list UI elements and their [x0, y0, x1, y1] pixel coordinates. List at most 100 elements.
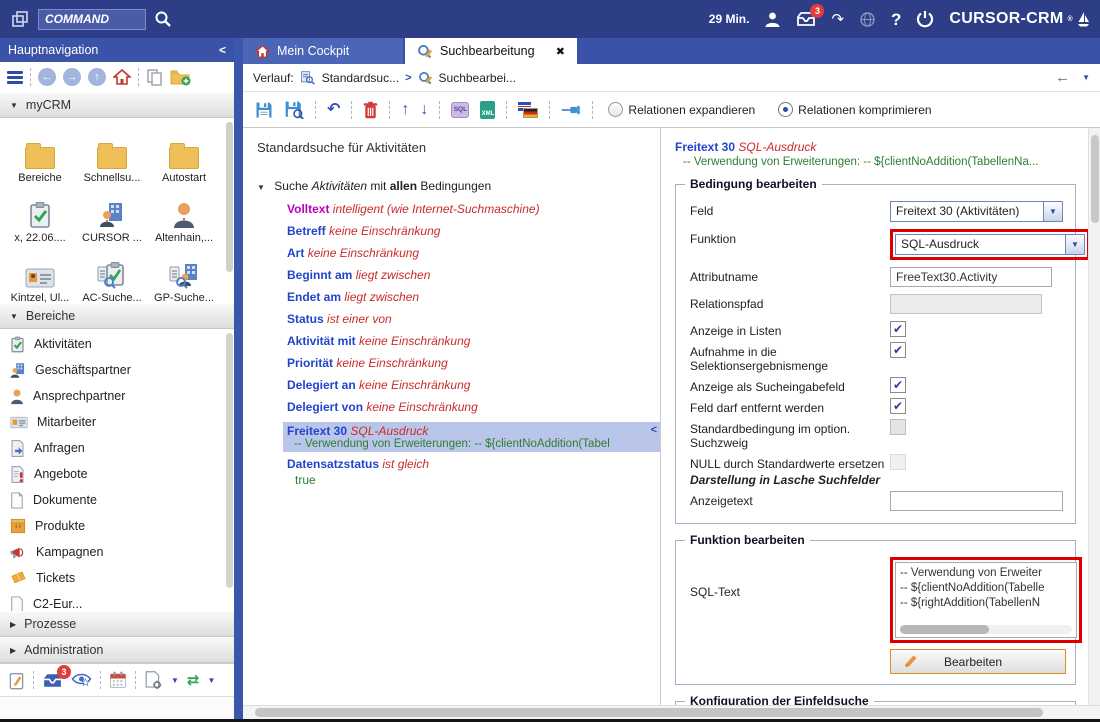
delete-button[interactable]	[363, 101, 378, 119]
radio-selected-icon[interactable]	[778, 102, 793, 117]
sidebar-item-mitarbeiter[interactable]: Mitarbeiter	[0, 409, 234, 435]
radio-relationen-komprimieren[interactable]: Relationen komprimieren	[778, 102, 939, 117]
dropdown-caret-icon[interactable]: ▼	[1043, 202, 1062, 221]
shortcut-partner-search[interactable]: GP-Suche...	[148, 244, 220, 303]
detail-pane-scrollbar[interactable]	[1088, 128, 1100, 705]
anzeige-in-listen-checkbox[interactable]: ✔	[890, 321, 906, 337]
attributname-input[interactable]	[890, 267, 1052, 287]
tree-item-datensatzstatus[interactable]: Datensatzstatus ist gleich	[287, 457, 660, 472]
sync-icon[interactable]: ⇄	[187, 671, 200, 689]
aufnahme-selektionsergebnismenge-checkbox[interactable]: ✔	[890, 342, 906, 358]
breadcrumb-item-suchbearbeitung[interactable]: Suchbearbei...	[439, 71, 516, 85]
section-header-bereiche[interactable]: ▼ Bereiche	[0, 303, 234, 329]
shortcut-contact[interactable]: Altenhain,...	[148, 184, 220, 244]
move-down-button[interactable]: ↓	[420, 102, 428, 118]
radio-relationen-expandieren[interactable]: Relationen expandieren	[608, 102, 763, 117]
redo-icon[interactable]: ↷	[831, 12, 844, 27]
inbox-tray-icon[interactable]: 3	[42, 672, 63, 689]
logout-power-icon[interactable]	[916, 10, 934, 28]
command-input[interactable]	[38, 9, 146, 30]
breadcrumb-item-standardsuche[interactable]: Standardsuc...	[322, 71, 399, 85]
xml-export-button[interactable]: XML	[480, 101, 495, 119]
history-dropdown-icon[interactable]: ▼	[1082, 73, 1090, 82]
standardbedingung-checkbox[interactable]	[890, 419, 906, 435]
sidebar-item-angebote[interactable]: Angebote	[0, 461, 234, 487]
copy-icon[interactable]	[146, 68, 163, 86]
tree-item-aktivitaet-mit[interactable]: Aktivität mit keine Einschränkung	[287, 334, 660, 349]
sidebar-item-c2[interactable]: C2-Eur...	[0, 591, 234, 611]
shortcut-bereiche[interactable]: Bereiche	[4, 124, 76, 184]
inbox-tray-icon[interactable]: 3	[796, 11, 816, 27]
language-flags-button[interactable]	[518, 102, 538, 118]
tree-item-delegiert-an[interactable]: Delegiert an keine Einschränkung	[287, 378, 660, 393]
move-up-button[interactable]: ↑	[401, 102, 409, 118]
tree-item-prioritaet[interactable]: Priorität keine Einschränkung	[287, 356, 660, 371]
tab-suchbearbeitung[interactable]: Suchbearbeitung ✖	[405, 38, 577, 64]
tree-item-volltext[interactable]: Volltext intelligent (wie Internet-Suchm…	[287, 202, 660, 217]
search-icon[interactable]	[154, 10, 172, 28]
menu-icon[interactable]	[7, 69, 23, 86]
notes-clipboard-icon[interactable]	[8, 671, 25, 690]
radio-icon[interactable]	[608, 102, 623, 117]
sql-text-hscrollbar[interactable]	[900, 625, 1072, 634]
anzeigetext-input[interactable]	[890, 491, 1063, 511]
tree-item-freitext30-selected[interactable]: Freitext 30 SQL-Ausdruck -- Verwendung v…	[283, 422, 660, 452]
sidebar-item-anfragen[interactable]: Anfragen	[0, 435, 234, 461]
tree-item-art[interactable]: Art keine Einschränkung	[287, 246, 660, 261]
tree-item-endet-am[interactable]: Endet am liegt zwischen	[287, 290, 660, 305]
sidebar-item-geschaeftspartner[interactable]: Geschäftspartner	[0, 357, 234, 383]
section-header-administration[interactable]: ▶ Administration	[0, 637, 234, 663]
watch-eye-icon[interactable]	[71, 672, 92, 689]
sidebar-item-aktivitaeten[interactable]: Aktivitäten	[0, 331, 234, 357]
save-as-button[interactable]	[284, 100, 304, 119]
section-header-prozesse[interactable]: ▶ Prozesse	[0, 611, 234, 637]
sql-view-button[interactable]: SQL	[451, 102, 469, 118]
sidebar-splitter[interactable]	[234, 38, 243, 719]
funktion-dropdown[interactable]: SQL-Ausdruck ▼	[895, 234, 1085, 255]
sidebar-item-tickets[interactable]: Tickets	[0, 565, 234, 591]
shortcut-business-partner[interactable]: CURSOR ...	[76, 184, 148, 244]
sql-text-area[interactable]: -- Verwendung von Erweiter -- ${clientNo…	[895, 562, 1077, 638]
shortcut-activity[interactable]: x, 22.06....	[4, 184, 76, 244]
anzeige-sucheingabefeld-checkbox[interactable]: ✔	[890, 377, 906, 393]
pane-collapse-icon[interactable]: <	[651, 424, 657, 436]
sidebar-item-produkte[interactable]: Produkte	[0, 513, 234, 539]
tree-root-node[interactable]: ▼ Suche Aktivitäten mit allen Bedingunge…	[257, 179, 660, 193]
new-folder-icon[interactable]	[170, 69, 192, 86]
tab-mein-cockpit[interactable]: Mein Cockpit	[243, 38, 403, 64]
user-icon[interactable]	[764, 11, 781, 28]
pin-button[interactable]	[561, 104, 581, 116]
shortcut-employee[interactable]: Kintzel, Ul...	[4, 244, 76, 303]
document-settings-icon[interactable]	[144, 671, 163, 690]
calendar-icon[interactable]	[109, 671, 127, 689]
tree-item-status[interactable]: Status ist einer von	[287, 312, 660, 327]
shortcut-activity-search[interactable]: AC-Suche...	[76, 244, 148, 303]
history-back-icon[interactable]: ←	[1055, 69, 1070, 86]
home-icon[interactable]	[113, 69, 131, 85]
sidebar-collapse-icon[interactable]: <	[219, 43, 226, 57]
feld-dropdown[interactable]: Freitext 30 (Aktivitäten) ▼	[890, 201, 1063, 222]
section-header-mycrm[interactable]: ▼ myCRM	[0, 92, 234, 118]
bereiche-scrollbar[interactable]	[226, 333, 233, 588]
feld-entfernt-checkbox[interactable]: ✔	[890, 398, 906, 414]
main-hscrollbar[interactable]	[243, 705, 1100, 719]
help-icon[interactable]: ?	[891, 11, 901, 28]
sidebar-item-kampagnen[interactable]: Kampagnen	[0, 539, 234, 565]
dropdown-caret-icon[interactable]: ▼	[171, 676, 179, 685]
shortcut-autostart[interactable]: Autostart	[148, 124, 220, 184]
sidebar-item-ansprechpartner[interactable]: Ansprechpartner	[0, 383, 234, 409]
node-expanded-icon[interactable]: ▼	[257, 183, 265, 192]
tree-item-delegiert-von[interactable]: Delegiert von keine Einschränkung	[287, 400, 660, 415]
dropdown-caret-icon[interactable]: ▼	[208, 676, 216, 685]
shortcut-schnellsuche[interactable]: Schnellsu...	[76, 124, 148, 184]
nav-back-button[interactable]: ←	[38, 68, 56, 86]
undo-button[interactable]: ↶	[327, 102, 340, 118]
tree-item-betreff[interactable]: Betreff keine Einschränkung	[287, 224, 660, 239]
tab-close-icon[interactable]: ✖	[556, 45, 565, 58]
sidebar-item-dokumente[interactable]: Dokumente	[0, 487, 234, 513]
tree-item-beginnt-am[interactable]: Beginnt am liegt zwischen	[287, 268, 660, 283]
nav-up-button[interactable]: ↑	[88, 68, 106, 86]
nav-forward-button[interactable]: →	[63, 68, 81, 86]
save-button[interactable]	[255, 101, 273, 119]
bearbeiten-button[interactable]: Bearbeiten	[890, 649, 1066, 674]
